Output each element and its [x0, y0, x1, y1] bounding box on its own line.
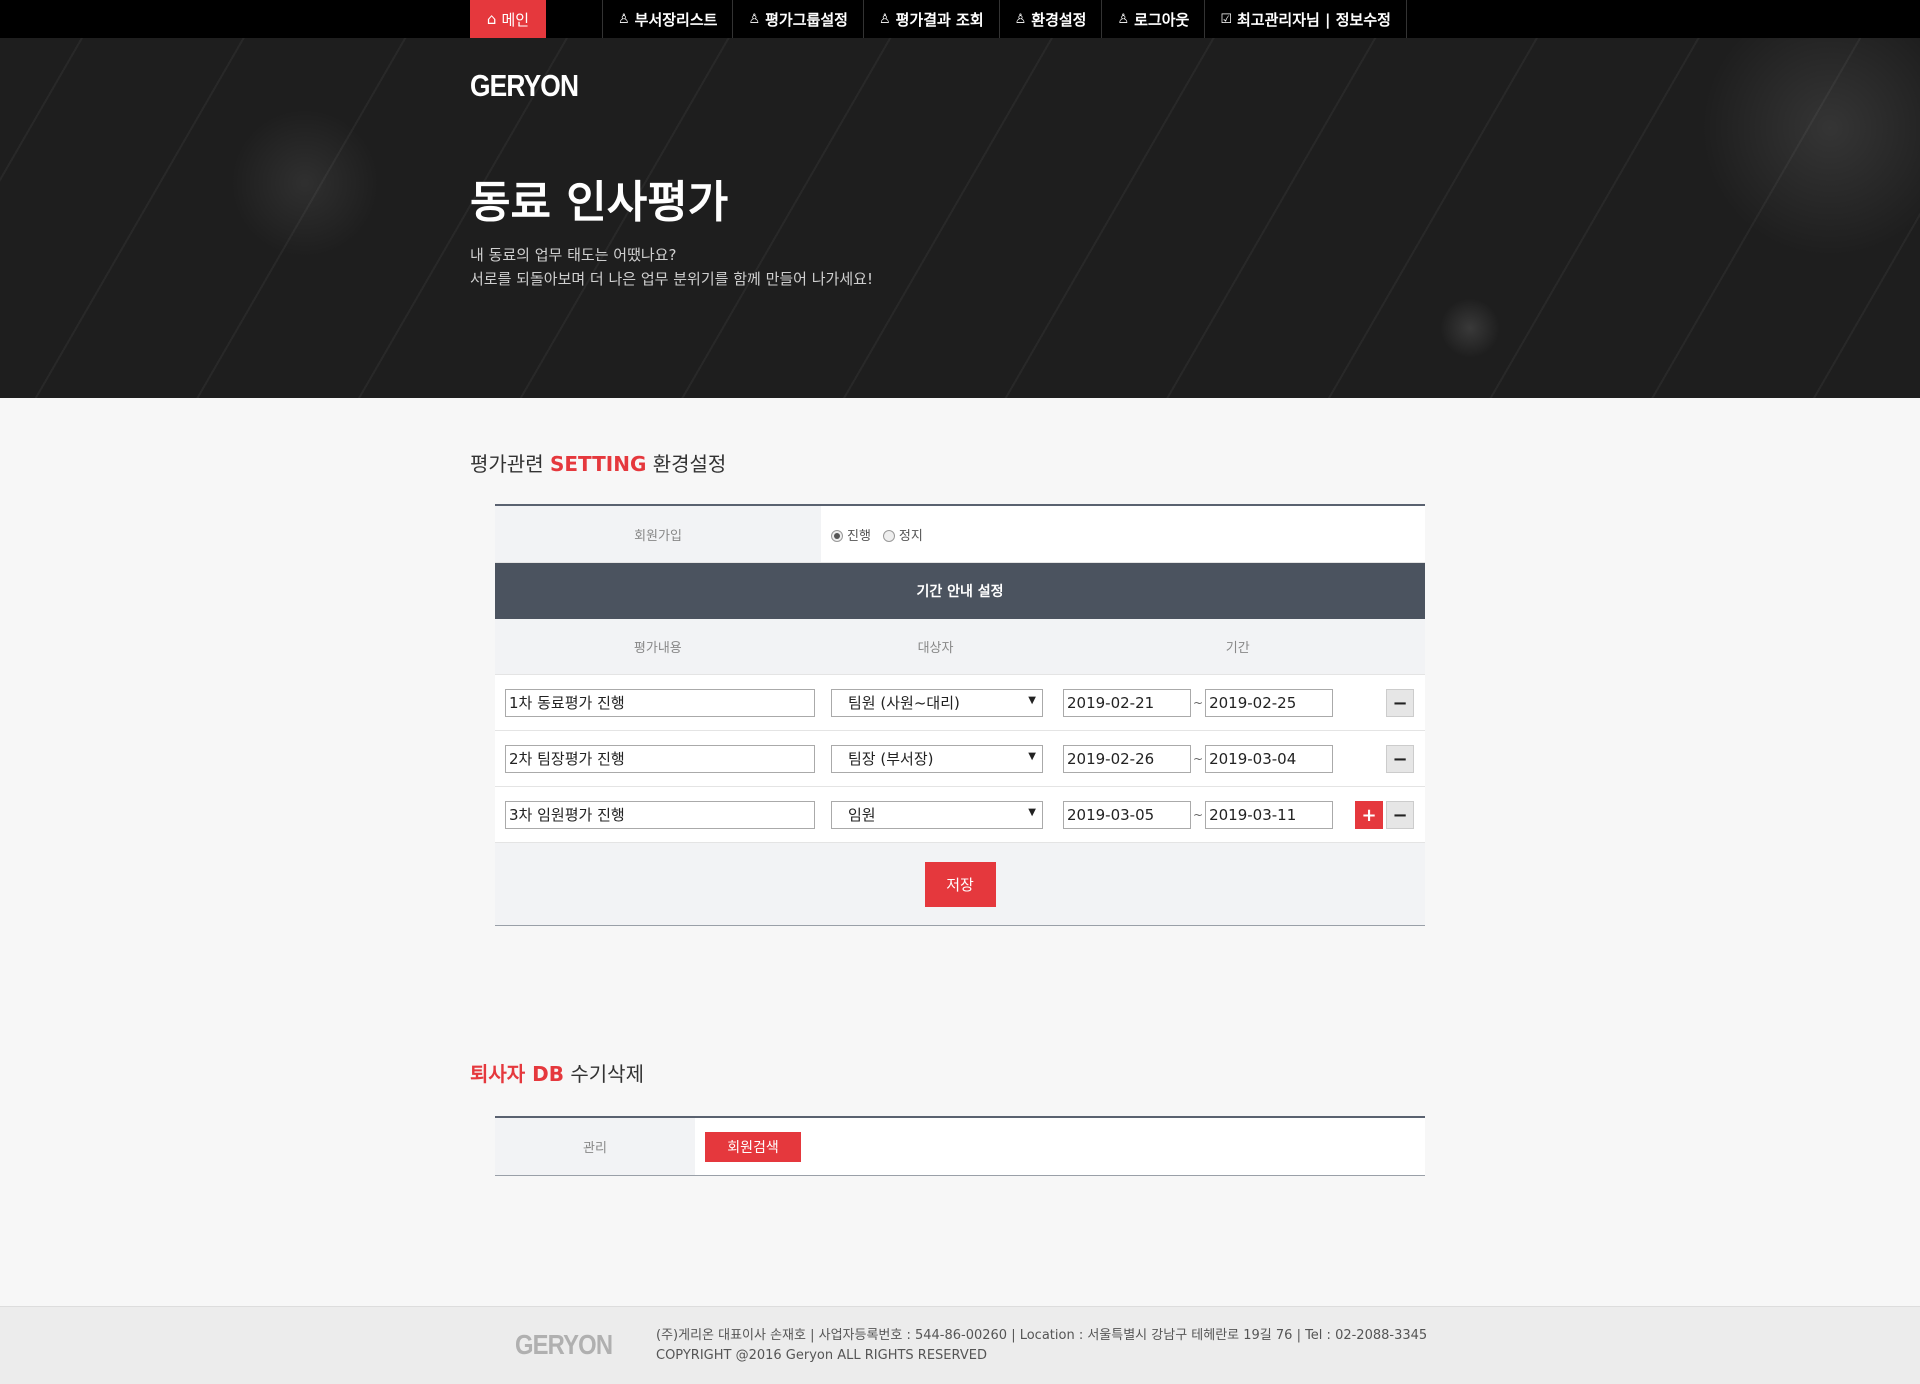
retiree-section-title: 퇴사자 DB 수기삭제	[470, 1058, 644, 1087]
site-logo[interactable]: GERYON	[470, 68, 579, 104]
nav-home-button[interactable]: ⌂ 메인	[470, 0, 546, 38]
target-select[interactable]: 임원 ▼	[831, 800, 1043, 829]
signup-radio-group: 진행 정지	[821, 506, 923, 562]
eval-content-input[interactable]	[505, 688, 815, 717]
person-icon: ♙	[748, 11, 761, 27]
member-search-button[interactable]: 회원검색	[705, 1132, 801, 1162]
manage-row: 관리 회원검색	[495, 1118, 1425, 1175]
date-range-separator: ~	[1193, 751, 1204, 766]
nav-item-logout[interactable]: ♙ 로그아웃	[1101, 0, 1204, 38]
signup-row: 회원가입 진행 정지	[495, 506, 1425, 563]
signup-radio-on[interactable]: 진행	[831, 525, 871, 544]
column-header-target: 대상자	[917, 641, 954, 656]
footer: GERYON (주)게리온 대표이사 손재호 | 사업자등록번호 : 544-8…	[0, 1306, 1920, 1384]
save-row: 저장	[495, 843, 1425, 925]
hero-banner: GERYON 동료 인사평가 내 동료의 업무 태도는 어땠나요? 서로를 되돌…	[0, 38, 1920, 398]
target-select-value: 임원	[848, 806, 876, 824]
period-settings-header: 기간 안내 설정	[495, 563, 1425, 619]
setting-section-title: 평가관련 SETTING 환경설정	[470, 448, 726, 477]
hero-description: 내 동료의 업무 태도는 어땠나요? 서로를 되돌아보며 더 나은 업무 분위기…	[470, 243, 873, 291]
nav-item-label: 로그아웃	[1134, 10, 1190, 29]
retiree-title-suffix: 수기삭제	[564, 1062, 644, 1086]
column-header-content: 평가내용	[633, 641, 682, 656]
footer-company-info: (주)게리온 대표이사 손재호 | 사업자등록번호 : 544-86-00260…	[656, 1328, 1428, 1343]
radio-off-label: 정지	[898, 528, 923, 544]
nav-item-eval-results[interactable]: ♙ 평가결과 조회	[862, 0, 999, 38]
start-date-input[interactable]	[1063, 688, 1191, 717]
remove-row-button[interactable]: −	[1386, 801, 1414, 829]
dropdown-arrow-icon: ▼	[1028, 694, 1036, 706]
footer-copyright: COPYRIGHT @2016 Geryon ALL RIGHTS RESERV…	[656, 1348, 987, 1363]
nav-item-label: 평가결과 조회	[895, 10, 984, 29]
top-navigation: ⌂ 메인 ♙ 부서장리스트 ♙ 평가그룹설정 ♙ 평가결과 조회 ♙ 환경설정 …	[0, 0, 1920, 38]
radio-checked-icon	[831, 530, 843, 542]
period-row: 팀장 (부서장) ▼ ~ −	[495, 731, 1425, 787]
add-row-button[interactable]: +	[1355, 801, 1383, 829]
nav-item-label: 최고관리자님 | 정보수정	[1237, 10, 1391, 29]
remove-row-button[interactable]: −	[1386, 689, 1414, 717]
date-range-separator: ~	[1193, 695, 1204, 710]
setting-panel: 회원가입 진행 정지 기간 안내 설정 평가내용 대상자 기간 팀원 (사원~대…	[495, 504, 1425, 926]
manage-label: 관리	[495, 1118, 695, 1175]
start-date-input[interactable]	[1063, 800, 1191, 829]
period-table-header: 평가내용 대상자 기간	[495, 619, 1425, 675]
hero-desc-line-2: 서로를 되돌아보며 더 나은 업무 분위기를 함께 만들어 나가세요!	[470, 270, 873, 288]
nav-menu: ♙ 부서장리스트 ♙ 평가그룹설정 ♙ 평가결과 조회 ♙ 환경설정 ♙ 로그아…	[602, 0, 1407, 38]
end-date-input[interactable]	[1205, 688, 1334, 717]
person-icon: ♙	[1014, 11, 1027, 27]
person-icon: ♙	[878, 11, 891, 27]
home-icon: ⌂	[486, 10, 497, 28]
column-header-period: 기간	[1225, 641, 1250, 656]
target-select-value: 팀장 (부서장)	[848, 750, 934, 768]
period-row: 팀원 (사원~대리) ▼ ~ −	[495, 675, 1425, 731]
nav-item-label: 환경설정	[1031, 10, 1087, 29]
nav-item-dept-head-list[interactable]: ♙ 부서장리스트	[602, 0, 732, 38]
nav-item-label: 부서장리스트	[634, 10, 718, 29]
nav-item-label: 평가그룹설정	[765, 10, 848, 29]
save-button[interactable]: 저장	[924, 861, 996, 907]
retiree-title-highlight: 퇴사자 DB	[470, 1062, 565, 1086]
nav-item-eval-group-settings[interactable]: ♙ 평가그룹설정	[732, 0, 862, 38]
clipboard-check-icon: ☑	[1220, 11, 1232, 27]
target-select-value: 팀원 (사원~대리)	[848, 694, 960, 712]
footer-info: (주)게리온 대표이사 손재호 | 사업자등록번호 : 544-86-00260…	[656, 1326, 1427, 1366]
target-select[interactable]: 팀원 (사원~대리) ▼	[831, 688, 1043, 717]
setting-title-highlight: SETTING	[549, 452, 647, 476]
nav-item-admin-profile[interactable]: ☑ 최고관리자님 | 정보수정	[1204, 0, 1407, 38]
signup-label: 회원가입	[495, 506, 821, 562]
setting-title-prefix: 평가관련	[470, 452, 550, 476]
remove-row-button[interactable]: −	[1386, 745, 1414, 773]
target-select[interactable]: 팀장 (부서장) ▼	[831, 744, 1043, 773]
retiree-panel: 관리 회원검색	[495, 1116, 1425, 1176]
eval-content-input[interactable]	[505, 744, 815, 773]
signup-radio-off[interactable]: 정지	[882, 525, 923, 544]
nav-home-label: 메인	[501, 10, 530, 29]
dropdown-arrow-icon: ▼	[1028, 806, 1036, 818]
person-icon: ♙	[1117, 11, 1130, 27]
radio-on-label: 진행	[847, 528, 871, 544]
person-icon: ♙	[618, 11, 630, 27]
period-row: 임원 ▼ ~ + −	[495, 787, 1425, 843]
footer-logo: GERYON	[515, 1329, 613, 1360]
hero-desc-line-1: 내 동료의 업무 태도는 어땠나요?	[470, 246, 677, 264]
end-date-input[interactable]	[1205, 744, 1334, 773]
end-date-input[interactable]	[1205, 800, 1334, 829]
dropdown-arrow-icon: ▼	[1028, 750, 1036, 762]
start-date-input[interactable]	[1063, 744, 1191, 773]
eval-content-input[interactable]	[505, 800, 815, 829]
nav-item-settings[interactable]: ♙ 환경설정	[998, 0, 1102, 38]
date-range-separator: ~	[1193, 807, 1204, 822]
page-title: 동료 인사평가	[470, 177, 729, 228]
setting-title-suffix: 환경설정	[646, 452, 727, 476]
radio-unchecked-icon	[882, 530, 895, 542]
